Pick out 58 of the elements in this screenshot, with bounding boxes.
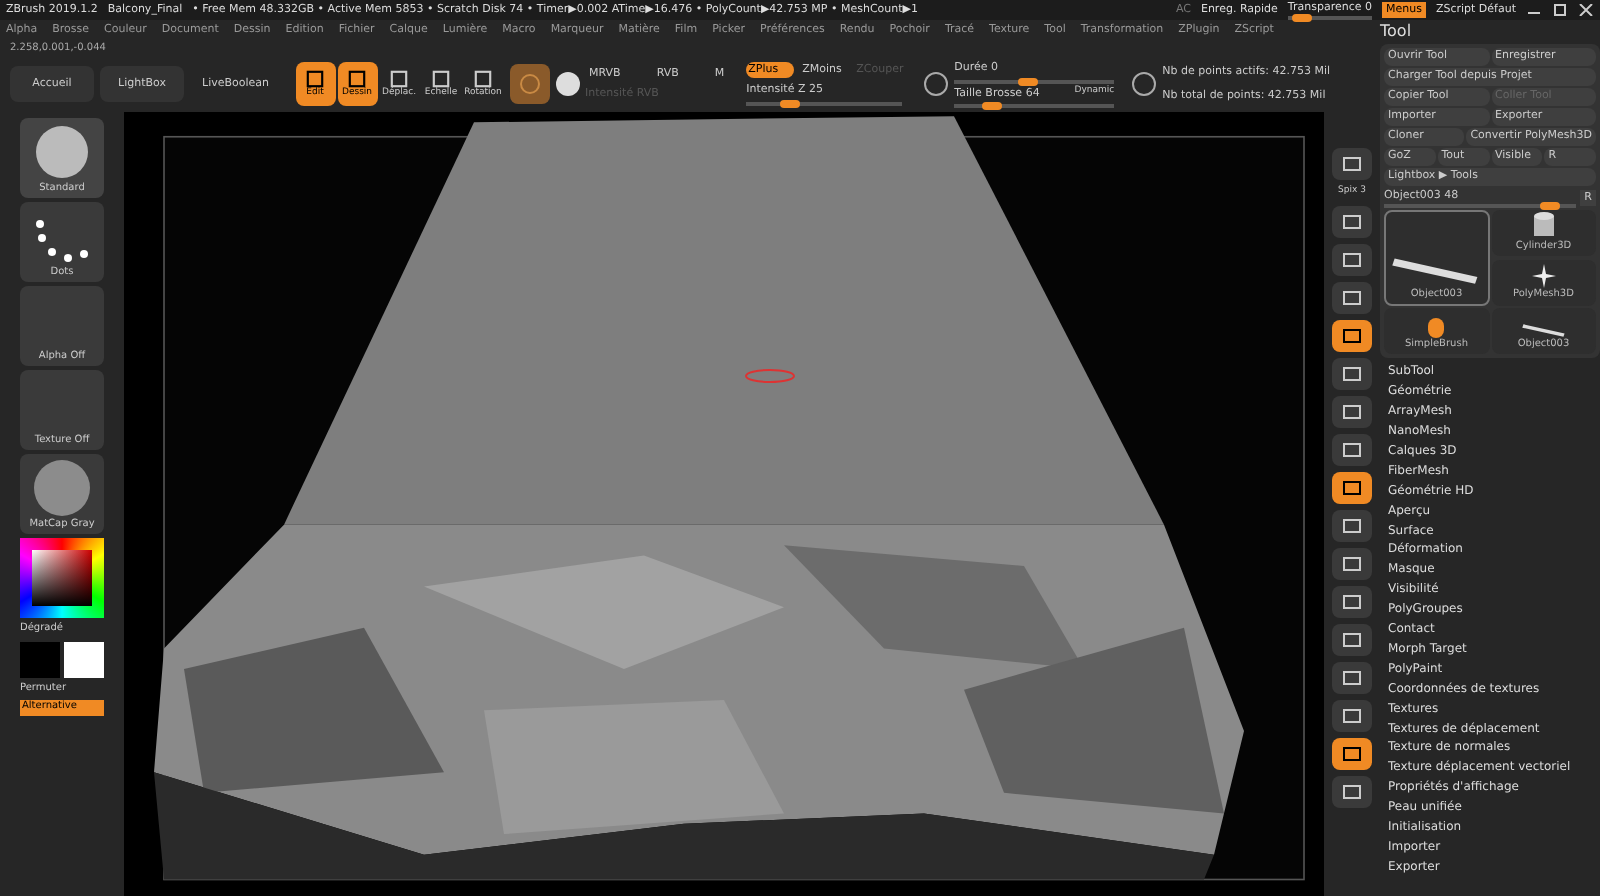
view-icon: [1342, 213, 1362, 230]
slider-thumb[interactable]: [1017, 77, 1038, 85]
view-icon: [1342, 403, 1362, 420]
dots-icon: [32, 217, 92, 265]
view-icon: [1342, 479, 1362, 496]
view-icon: [1342, 156, 1362, 172]
view-icon: [1342, 631, 1362, 648]
view-icon: [1342, 745, 1362, 762]
points-icon: [1132, 72, 1157, 96]
shelf-button[interactable]: [1332, 585, 1372, 618]
view-icon: [1342, 289, 1362, 306]
shelf-button[interactable]: [1332, 737, 1372, 770]
shelf-button[interactable]: [1332, 357, 1372, 390]
material-button[interactable]: [509, 64, 550, 104]
shelf-button[interactable]: [1332, 148, 1372, 180]
shelf-button[interactable]: [1332, 319, 1372, 352]
shelf-button[interactable]: [1332, 623, 1372, 656]
slider-thumb[interactable]: [1539, 202, 1560, 211]
view-icon: [1342, 441, 1362, 458]
shelf-button[interactable]: [1332, 699, 1372, 732]
cylinder-icon: [1531, 211, 1556, 240]
secondary-color-swatch[interactable]: [64, 641, 104, 677]
shelf-button[interactable]: [1332, 661, 1372, 694]
panel-title: Tool: [1380, 20, 1412, 44]
star-icon: [1531, 264, 1556, 289]
mode-icon: [474, 69, 493, 88]
shelf-button[interactable]: [1332, 775, 1372, 808]
shelf-button[interactable]: [1332, 205, 1372, 238]
shelf-button[interactable]: [1332, 243, 1372, 276]
view-icon: [1342, 327, 1362, 344]
view-icon: [1342, 365, 1362, 382]
mode-icon: [390, 69, 409, 88]
shelf-button[interactable]: [1332, 471, 1372, 504]
close-icon[interactable]: [1578, 4, 1594, 16]
view-icon: [1342, 669, 1362, 686]
shelf-button[interactable]: [1332, 433, 1372, 466]
mode-icon: [306, 69, 325, 88]
color-picker[interactable]: [20, 538, 104, 618]
slider-thumb[interactable]: [982, 101, 1003, 110]
view-icon: [1342, 593, 1362, 610]
maximize-icon[interactable]: [1552, 4, 1568, 16]
mode-icon: [348, 69, 367, 88]
brush-cursor-icon: [744, 368, 796, 384]
shelf-button[interactable]: [1332, 281, 1372, 314]
main-color-swatch[interactable]: [20, 641, 60, 677]
slider-thumb[interactable]: [780, 100, 801, 109]
shelf-button[interactable]: [1332, 547, 1372, 580]
view-icon: [1342, 251, 1362, 268]
view-icon: [1342, 783, 1362, 800]
shelf-button[interactable]: [1332, 509, 1372, 542]
view-icon: [1342, 555, 1362, 572]
bar-mesh-icon: [1519, 321, 1568, 338]
shelf-button[interactable]: [1332, 395, 1372, 428]
view-icon: [1342, 707, 1362, 724]
slider-thumb[interactable]: [1291, 14, 1312, 22]
mode-icon: [432, 69, 451, 88]
view-icon: [1342, 517, 1362, 534]
stroke-icon: [924, 72, 949, 96]
